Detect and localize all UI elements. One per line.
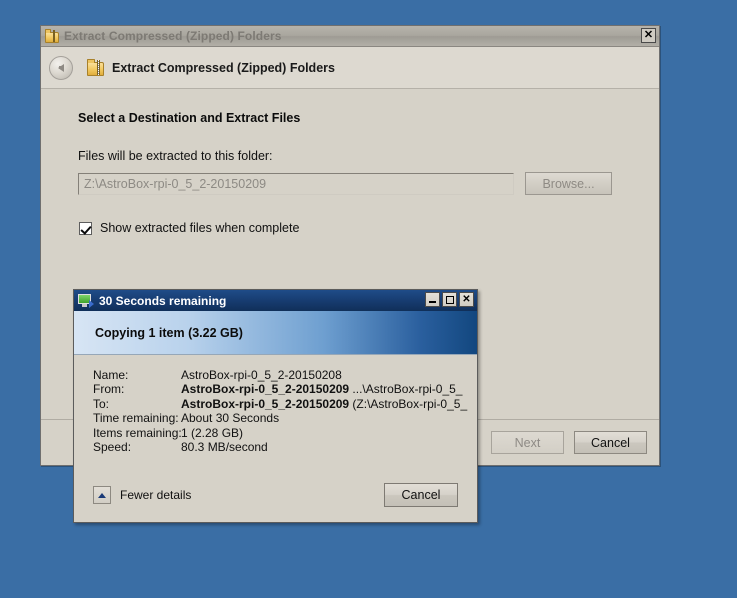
minimize-icon[interactable] bbox=[425, 292, 440, 307]
copy-details-rows: Name: AstroBox-rpi-0_5_2-20150208 From: … bbox=[93, 368, 477, 455]
copy-banner-text: Copying 1 item (3.22 GB) bbox=[95, 325, 243, 340]
detail-key: Speed: bbox=[93, 440, 132, 455]
show-extracted-files-label: Show extracted files when complete bbox=[100, 221, 300, 235]
table-row: To: AstroBox-rpi-0_5_2-20150209 (Z:\Astr… bbox=[93, 396, 477, 412]
detail-value-suffix: (Z:\AstroBox-rpi-0_5_ bbox=[349, 397, 468, 411]
destination-field-label: Files will be extracted to this folder: bbox=[78, 149, 273, 163]
table-row: From: AstroBox-rpi-0_5_2-20150209 ...\As… bbox=[93, 383, 477, 397]
fewer-details-label: Fewer details bbox=[120, 488, 192, 502]
back-arrow-icon bbox=[58, 63, 64, 72]
copy-dialog-body: Name: AstroBox-rpi-0_5_2-20150208 From: … bbox=[74, 355, 477, 522]
table-row: Time remaining: About 30 Seconds bbox=[93, 411, 477, 426]
cancel-button[interactable]: Cancel bbox=[574, 431, 647, 454]
zip-folder-icon bbox=[87, 59, 104, 76]
copy-banner: Copying 1 item (3.22 GB) bbox=[74, 311, 477, 355]
detail-value: 80.3 MB/second bbox=[181, 441, 268, 455]
detail-key: Items remaining: bbox=[93, 425, 182, 440]
detail-key: To: bbox=[93, 396, 110, 411]
zip-folder-icon bbox=[45, 29, 59, 43]
copy-cancel-button[interactable]: Cancel bbox=[384, 483, 458, 507]
extract-dialog-header: Extract Compressed (Zipped) Folders bbox=[41, 47, 659, 89]
extract-dialog-header-title: Extract Compressed (Zipped) Folders bbox=[112, 60, 335, 75]
extract-dialog-title: Extract Compressed (Zipped) Folders bbox=[64, 29, 282, 43]
close-icon[interactable]: ✕ bbox=[641, 28, 656, 43]
detail-value: 1 (2.28 GB) bbox=[181, 426, 244, 440]
window-controls: ✕ bbox=[425, 292, 474, 307]
up-triangle-icon[interactable] bbox=[93, 486, 111, 504]
detail-value: About 30 Seconds bbox=[181, 412, 280, 426]
detail-key: From: bbox=[93, 382, 125, 397]
show-extracted-files-checkbox[interactable] bbox=[79, 221, 92, 235]
detail-value: AstroBox-rpi-0_5_2-20150209 (Z:\AstroBox… bbox=[181, 398, 477, 412]
copy-dialog-titlebar[interactable]: 30 Seconds remaining ✕ bbox=[74, 290, 477, 311]
detail-value: AstroBox-rpi-0_5_2-20150208 bbox=[181, 369, 342, 382]
copy-progress-window: 30 Seconds remaining ✕ Copying 1 item (3… bbox=[73, 289, 478, 523]
detail-key: Time remaining: bbox=[93, 411, 179, 426]
maximize-icon[interactable] bbox=[442, 292, 457, 307]
table-row: Items remaining: 1 (2.28 GB) bbox=[93, 425, 477, 441]
next-button[interactable]: Next bbox=[491, 431, 564, 454]
destination-path-row: Z:\AstroBox-rpi-0_5_2-20150209 Browse... bbox=[78, 172, 659, 195]
detail-value-bold: AstroBox-rpi-0_5_2-20150209 bbox=[181, 397, 350, 411]
back-button[interactable] bbox=[49, 55, 73, 80]
detail-key: Name: bbox=[93, 368, 129, 382]
browse-button[interactable]: Browse... bbox=[525, 172, 612, 195]
fewer-details-toggle[interactable]: Fewer details bbox=[93, 486, 191, 504]
table-row: Speed: 80.3 MB/second bbox=[93, 440, 477, 455]
detail-value-suffix: ...\AstroBox-rpi-0_5_ bbox=[349, 383, 463, 397]
table-row: Name: AstroBox-rpi-0_5_2-20150208 bbox=[93, 368, 477, 383]
extract-dialog-titlebar[interactable]: Extract Compressed (Zipped) Folders ✕ bbox=[41, 26, 659, 47]
copy-dialog-title: 30 Seconds remaining bbox=[99, 293, 227, 308]
copy-dialog-footer: Fewer details Cancel bbox=[74, 468, 477, 522]
detail-value-bold: AstroBox-rpi-0_5_2-20150209 bbox=[181, 383, 350, 397]
detail-value: AstroBox-rpi-0_5_2-20150209 ...\AstroBox… bbox=[181, 383, 477, 397]
copy-transfer-icon bbox=[78, 293, 94, 308]
copy-details-table: Name: AstroBox-rpi-0_5_2-20150208 From: … bbox=[93, 368, 477, 455]
destination-path-input[interactable]: Z:\AstroBox-rpi-0_5_2-20150209 bbox=[78, 172, 514, 195]
close-icon[interactable]: ✕ bbox=[459, 292, 474, 307]
show-extracted-files-row[interactable]: Show extracted files when complete bbox=[79, 221, 659, 235]
page-title: Select a Destination and Extract Files bbox=[78, 111, 301, 125]
